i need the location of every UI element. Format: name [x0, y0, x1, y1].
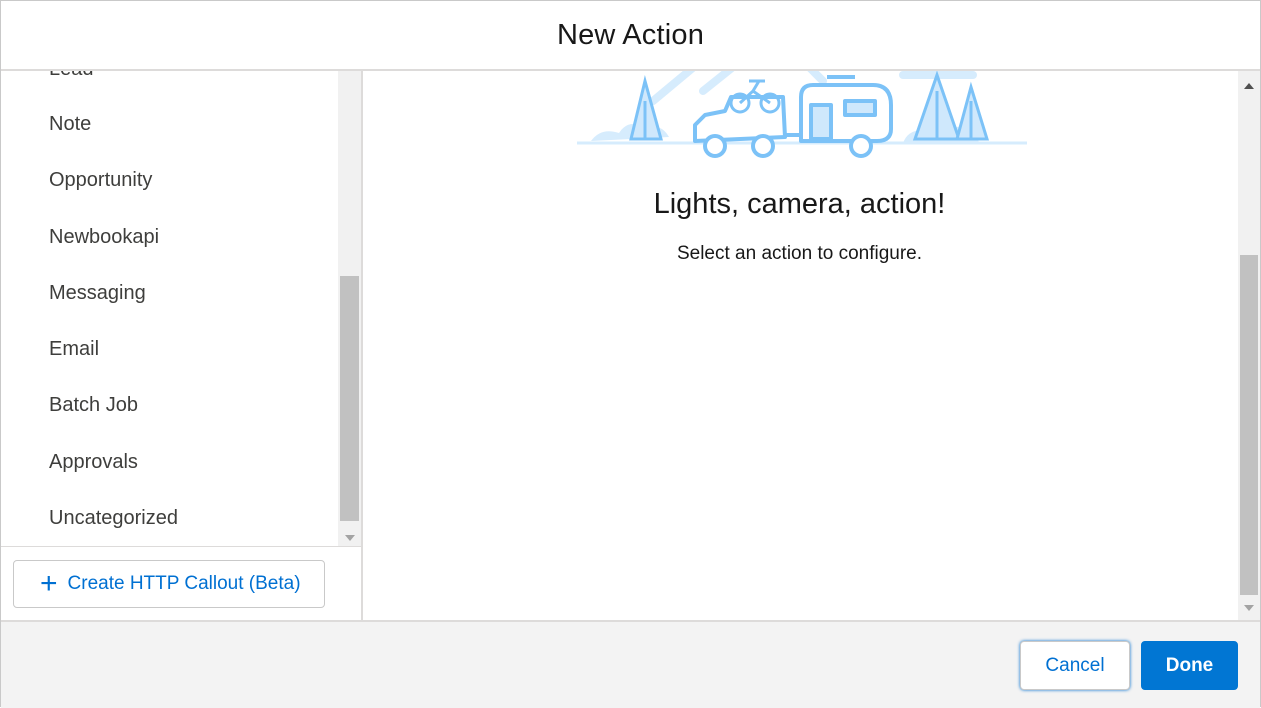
- sidebar-item-uncategorized[interactable]: Uncategorized: [49, 506, 178, 530]
- sidebar-item-messaging[interactable]: Messaging: [49, 281, 146, 305]
- modal-body: Lead Note Opportunity Newbookapi Messagi…: [1, 71, 1260, 620]
- create-http-callout-button[interactable]: + Create HTTP Callout (Beta): [13, 560, 325, 608]
- sidebar-item-newbookapi[interactable]: Newbookapi: [49, 225, 159, 249]
- empty-state-subtitle: Select an action to configure.: [676, 243, 923, 264]
- create-http-callout-label: Create HTTP Callout (Beta): [67, 573, 301, 594]
- cancel-button[interactable]: Cancel: [1020, 641, 1130, 690]
- sidebar-scrollbar-thumb[interactable]: [340, 276, 359, 521]
- sidebar-item-note[interactable]: Note: [49, 112, 91, 136]
- sidebar-item-lead[interactable]: Lead: [49, 71, 94, 81]
- modal-header: New Action: [1, 1, 1260, 71]
- done-button[interactable]: Done: [1141, 641, 1238, 690]
- sidebar-footer: + Create HTTP Callout (Beta): [1, 546, 361, 620]
- sidebar-item-email[interactable]: Email: [49, 337, 99, 361]
- sidebar-scroll-down-arrow[interactable]: [338, 529, 361, 546]
- modal-footer: Cancel Done: [1, 620, 1260, 708]
- camping-trailer-illustration: [577, 71, 1027, 158]
- sidebar-item-approvals[interactable]: Approvals: [49, 450, 138, 474]
- sidebar-item-opportunity[interactable]: Opportunity: [49, 168, 152, 192]
- action-config-panel: Lights, camera, action! Select an action…: [363, 71, 1261, 620]
- main-scrollbar-thumb[interactable]: [1240, 255, 1258, 595]
- action-category-sidebar: Lead Note Opportunity Newbookapi Messagi…: [1, 71, 363, 620]
- empty-state-title: Lights, camera, action!: [653, 188, 946, 220]
- sidebar-item-batch-job[interactable]: Batch Job: [49, 393, 138, 417]
- plus-icon: +: [40, 567, 58, 600]
- modal-title: New Action: [556, 18, 705, 51]
- sidebar-scrollbar[interactable]: [338, 71, 361, 546]
- main-scroll-down-arrow[interactable]: [1238, 599, 1260, 616]
- new-action-modal: New Action Lead Note Opportunity Newbook…: [0, 0, 1261, 708]
- main-scroll-up-arrow[interactable]: [1238, 77, 1260, 94]
- category-list: Lead Note Opportunity Newbookapi Messagi…: [1, 71, 337, 546]
- main-scrollbar[interactable]: [1238, 71, 1260, 620]
